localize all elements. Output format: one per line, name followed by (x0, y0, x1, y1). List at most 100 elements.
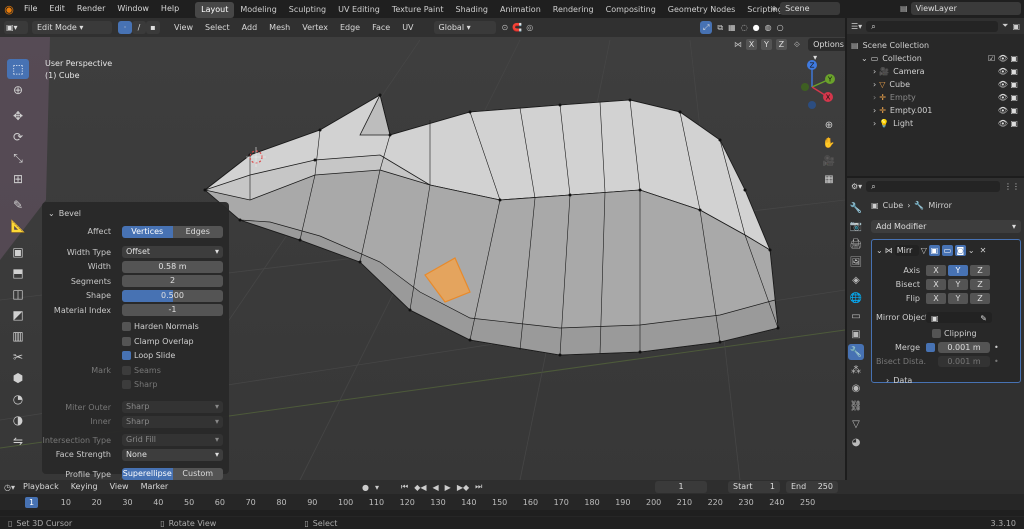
viewport-menu-add[interactable]: Add (236, 18, 264, 37)
zoom-icon[interactable]: ⊕ (821, 117, 837, 133)
profile-custom-button[interactable]: Custom (172, 468, 223, 480)
segments-field[interactable]: 2 (122, 275, 223, 288)
workspace-tab-texture-paint[interactable]: Texture Paint (386, 2, 450, 18)
outliner-editor-icon[interactable]: ☰▾ (851, 22, 862, 31)
spin-icon[interactable]: ◔ (7, 389, 29, 409)
pivot-icon[interactable]: ⊙ (502, 23, 509, 32)
scene-collection-row[interactable]: ▤ Scene Collection (851, 39, 1024, 52)
viewport-menu-uv[interactable]: UV (396, 18, 419, 37)
edge-slide-icon[interactable]: ⇋ (7, 431, 29, 451)
clipping-row[interactable]: Clipping (876, 326, 1016, 340)
harden-row[interactable]: Harden Normals (42, 320, 229, 335)
clamp-overlap-checkbox[interactable] (122, 336, 131, 346)
particles-tab-icon[interactable]: ⁂ (848, 362, 864, 378)
viewport-menu-mesh[interactable]: Mesh (263, 18, 296, 37)
camera-view-icon[interactable]: 🎥 (821, 153, 837, 169)
pin-icon[interactable]: ⋮⋮ (1004, 182, 1020, 191)
scene-selector[interactable]: ◈ Scene (771, 2, 841, 15)
collection-row[interactable]: ⌄ ▭ Collection ☑ 👁 ▣ (851, 52, 1024, 65)
expand-arrow-icon[interactable]: › (873, 119, 876, 128)
filter-icon[interactable]: ⏷ (1002, 21, 1008, 31)
object-tab-icon[interactable]: ▣ (848, 326, 864, 342)
miter-outer-select[interactable]: Sharp ▾ (122, 401, 223, 414)
mirror-object-field[interactable]: ▣ ✎ (926, 311, 992, 325)
viewport-toggle-icon[interactable]: ▭ (941, 244, 953, 256)
workspace-tab-compositing[interactable]: Compositing (600, 2, 662, 18)
outliner-item-empty-001[interactable]: › ✛ Empty.001 👁 ▣ (851, 104, 1024, 117)
face-select-icon[interactable]: ▪ (146, 21, 160, 34)
viewport-menu-view[interactable]: View (168, 18, 199, 37)
cursor-icon[interactable]: ⊕ (7, 80, 29, 100)
expand-arrow-icon[interactable]: › (873, 106, 876, 115)
merge-checkbox[interactable] (926, 342, 935, 352)
intersection-type-select[interactable]: Grid Fill ▾ (122, 434, 223, 447)
select-box-icon[interactable]: ⬚ (7, 59, 29, 79)
mode-select[interactable]: Edit Mode ▾ (32, 21, 112, 34)
flip-y-toggle[interactable]: Y (948, 292, 968, 304)
options-button[interactable]: Options ▾ (808, 38, 845, 62)
header-axis-z[interactable]: Z (775, 39, 787, 50)
inner-select[interactable]: Sharp ▾ (122, 415, 223, 428)
gizmo-toggle-icon[interactable]: ⤢ (700, 21, 713, 34)
viewport-menu-vertex[interactable]: Vertex (296, 18, 334, 37)
outliner-search-input[interactable]: ⌕ (866, 20, 999, 32)
workspace-tab-shading[interactable]: Shading (449, 2, 494, 18)
mark-sharp-checkbox[interactable] (122, 380, 131, 390)
menu-file[interactable]: File (18, 0, 43, 18)
xray-icon[interactable]: ▦ (728, 23, 736, 32)
add-modifier-button[interactable]: Add Modifier ▾ (871, 220, 1021, 233)
visibility-eye-icon[interactable]: 👁 ▣ (998, 80, 1018, 89)
knife-icon[interactable]: ✂ (7, 347, 29, 367)
orientation-select[interactable]: Global ▾ (433, 21, 496, 34)
clamp-row[interactable]: Clamp Overlap (42, 334, 229, 349)
visibility-eye-icon[interactable]: 👁 ▣ (998, 119, 1018, 128)
edit-mode-toggle-icon[interactable]: ▽ (921, 246, 927, 255)
snap-icon[interactable]: 🧲 (512, 23, 522, 32)
proportional-icon[interactable]: ◎ (526, 23, 533, 32)
vertex-select-icon[interactable]: · (118, 21, 132, 34)
clipping-checkbox[interactable] (932, 328, 941, 338)
expand-arrow-icon[interactable]: › (873, 80, 876, 89)
data-tab-icon[interactable]: ▽ (848, 416, 864, 432)
scene-field[interactable]: Scene (780, 2, 841, 15)
workspace-tab-layout[interactable]: Layout (195, 1, 235, 18)
shape-slider[interactable]: 0.500 (122, 289, 223, 302)
bisect-y-toggle[interactable]: Y (948, 278, 968, 290)
blender-logo-icon[interactable]: ◉ (0, 3, 18, 16)
axis-z-toggle[interactable]: Z (970, 264, 990, 276)
menu-render[interactable]: Render (71, 0, 111, 18)
mark-seams-checkbox[interactable] (122, 365, 131, 375)
wireframe-shading-icon[interactable]: ◌ (741, 23, 748, 32)
harden-normals-checkbox[interactable] (122, 322, 131, 332)
overlay-icon[interactable]: ⧉ (717, 23, 723, 33)
expand-arrow-icon[interactable]: › (873, 93, 876, 102)
face-strength-select[interactable]: None ▾ (122, 448, 223, 461)
tool-tab-icon[interactable]: 🔧 (848, 200, 864, 216)
annotate-icon[interactable]: ✎ (7, 195, 29, 215)
editor-type-button[interactable]: ▣▾ (4, 21, 28, 34)
loop-cut-icon[interactable]: ▥ (7, 326, 29, 346)
data-subpanel[interactable]: › Data (876, 373, 1016, 387)
edge-select-icon[interactable]: / (132, 21, 146, 34)
merge-distance-field[interactable]: 0.001 m (938, 341, 990, 353)
collapse-chevron-icon[interactable]: ⌄ (876, 246, 883, 255)
profile-superellipse-button[interactable]: Superellipse (122, 468, 173, 480)
affect-vertices-button[interactable]: Vertices (122, 225, 173, 238)
rendered-shading-icon[interactable]: ○ (777, 23, 784, 32)
viewport-menu-edge[interactable]: Edge (334, 18, 366, 37)
eyedropper-icon[interactable]: ✎ (980, 312, 987, 325)
constraints-tab-icon[interactable]: ⛓ (848, 398, 864, 414)
expand-arrow-icon[interactable]: › (873, 67, 876, 76)
smooth-icon[interactable]: ◑ (7, 410, 29, 430)
outliner-item-cube[interactable]: › ▽ Cube 👁 ▣ (851, 78, 1024, 91)
move-icon[interactable]: ✥ (7, 106, 29, 126)
viewlayer-selector[interactable]: ▤ ViewLayer (900, 2, 1021, 15)
menu-help[interactable]: Help (155, 0, 185, 18)
close-icon[interactable]: ✕ (980, 246, 987, 255)
workspace-tab-sculpting[interactable]: Sculpting (283, 2, 332, 18)
header-axis-x[interactable]: X (746, 39, 757, 50)
scene-tab-icon[interactable]: ◈ (848, 272, 864, 288)
pan-hand-icon[interactable]: ✋ (821, 135, 837, 151)
axis-y-toggle[interactable]: Y (948, 264, 968, 276)
timeline-scrollbar[interactable] (0, 510, 1024, 516)
